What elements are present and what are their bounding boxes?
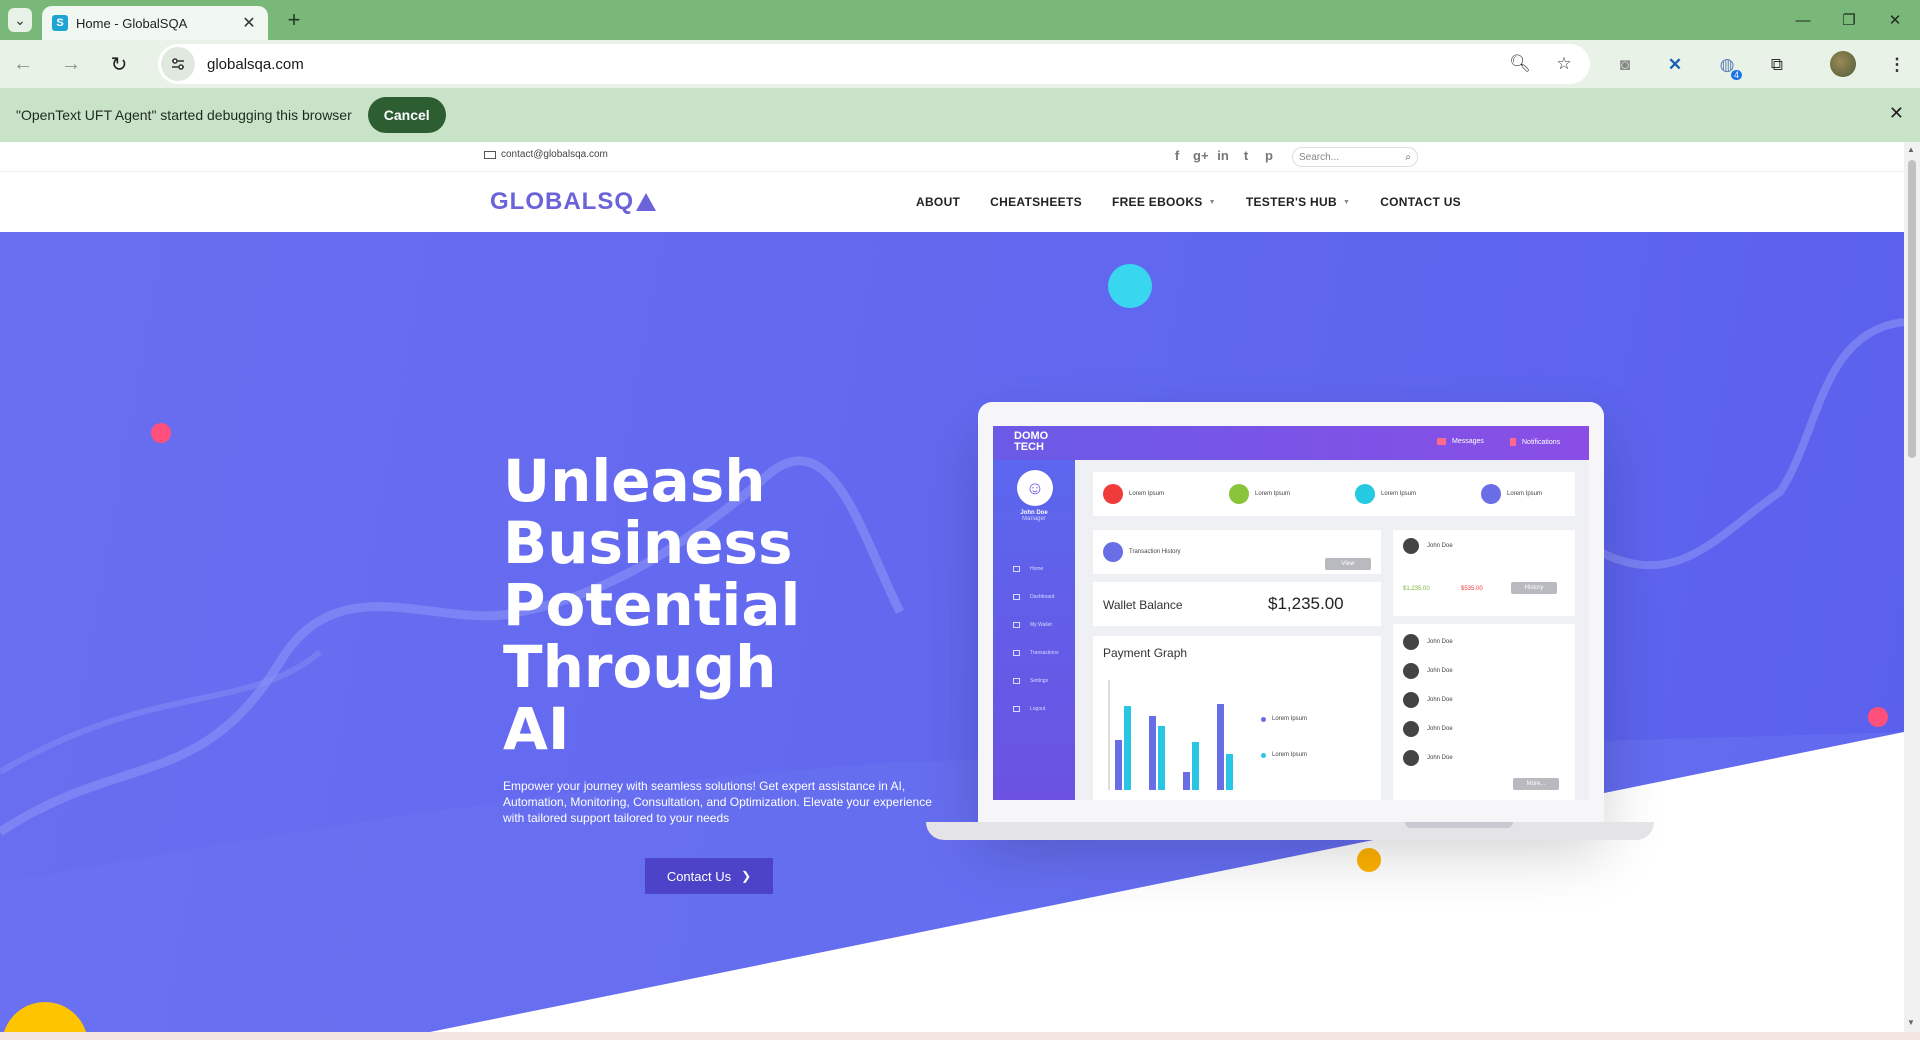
- site-header: GLOBALSQ ABOUT CHEATSHEETS FREE EBOOKS ▼ …: [0, 172, 1904, 232]
- x-extension-icon[interactable]: ✕: [1662, 52, 1688, 78]
- tab-bar: ⌄ S Home - GlobalSQA ✕ + — ❐ ✕: [0, 0, 1920, 40]
- dashboard-sidebar: ☺ John Doe Manager Home Dashboard My Wall…: [993, 460, 1075, 800]
- extension-badge: 4: [1730, 70, 1742, 80]
- view-button: View: [1325, 558, 1371, 570]
- tab-close-icon[interactable]: ✕: [240, 13, 258, 33]
- decor-dot-yellow: [1357, 848, 1381, 872]
- bottom-strip: [0, 1032, 1920, 1040]
- social-links: f g+ in t p: [1170, 148, 1276, 163]
- chevron-down-icon: ▼: [1342, 198, 1351, 206]
- people-list-card: John Doe John Doe John Doe John Doe John…: [1393, 624, 1575, 800]
- bell-icon: [1510, 438, 1516, 446]
- contact-email-link[interactable]: contact@globalsqa.com: [484, 149, 608, 160]
- camera-extension-icon[interactable]: ◙: [1612, 52, 1638, 78]
- site-search-input[interactable]: Search... ⌕: [1292, 147, 1418, 167]
- restore-button[interactable]: ❐: [1826, 0, 1872, 40]
- site-logo[interactable]: GLOBALSQ: [490, 188, 656, 216]
- back-button[interactable]: ←: [8, 49, 38, 79]
- minimize-button[interactable]: —: [1780, 0, 1826, 40]
- tab-title: Home - GlobalSQA: [76, 15, 188, 31]
- pinterest-icon[interactable]: p: [1262, 148, 1276, 163]
- dashboard-screen: DOMO TECH Messages Notifications ☺ John D…: [993, 426, 1589, 800]
- infobar-close-icon[interactable]: ✕: [1889, 103, 1904, 124]
- transaction-card: Transaction History View: [1093, 530, 1381, 574]
- tab-search-button[interactable]: ⌄: [8, 8, 32, 32]
- page-scrollbar[interactable]: ▲ ▼: [1904, 142, 1920, 1032]
- hero-decoration: [0, 318, 1904, 1032]
- scroll-up-icon[interactable]: ▲: [1907, 145, 1915, 154]
- chevron-down-icon: ▼: [1208, 198, 1216, 206]
- close-window-button[interactable]: ✕: [1872, 0, 1918, 40]
- extensions-puzzle-icon[interactable]: ⧉: [1764, 52, 1790, 78]
- hero-description: Empower your journey with seamless solut…: [503, 779, 932, 825]
- debug-infobar: "OpenText UFT Agent" started debugging t…: [0, 88, 1920, 142]
- bookmark-star-icon[interactable]: ☆: [1546, 46, 1582, 82]
- site-search-placeholder: Search...: [1299, 151, 1340, 163]
- more-button: More...: [1513, 778, 1559, 790]
- contact-us-button[interactable]: Contact Us ❯: [645, 858, 773, 894]
- active-tab[interactable]: S Home - GlobalSQA ✕: [42, 6, 268, 40]
- menu-item-free-ebooks[interactable]: FREE EBOOKS ▼: [1112, 195, 1216, 209]
- menu-item-about[interactable]: ABOUT: [916, 195, 960, 209]
- dashboard-logo: DOMO TECH: [1014, 430, 1049, 453]
- page-viewport: contact@globalsqa.com f g+ in t p Search…: [0, 142, 1904, 1032]
- url-text[interactable]: globalsqa.com: [207, 56, 1502, 73]
- reload-button[interactable]: ↻: [104, 49, 134, 79]
- payment-graph-card: Payment Graph Lorem Ipsum Lorem Ipsum: [1093, 636, 1381, 800]
- chevron-right-icon: ❯: [741, 869, 752, 883]
- dash-nav-logout: Logout: [1013, 706, 1045, 712]
- menu-item-cheatsheets[interactable]: CHEATSHEETS: [990, 195, 1082, 209]
- history-button: History: [1511, 582, 1557, 594]
- balance-history-card: John Doe $1,235.00 $535.00 History: [1393, 530, 1575, 616]
- menu-item-testers-hub[interactable]: TESTER'S HUB ▼: [1246, 195, 1350, 209]
- dash-nav-dashboard: Dashboard: [1013, 594, 1054, 600]
- logo-triangle-icon: [636, 193, 656, 211]
- infobar-message: "OpenText UFT Agent" started debugging t…: [16, 107, 352, 123]
- laptop-base: [926, 822, 1654, 840]
- agent-extension-icon[interactable]: ◍ 4: [1714, 52, 1742, 80]
- contact-email-text: contact@globalsqa.com: [501, 149, 608, 160]
- messages-item: Messages: [1437, 438, 1484, 445]
- forward-button[interactable]: →: [56, 49, 86, 79]
- new-tab-button[interactable]: +: [280, 6, 308, 34]
- dash-nav-home: Home: [1013, 566, 1043, 572]
- browser-toolbar: ← → ↻ globalsqa.com 🔍︎ ☆ ◙ ✕ ◍ 4 ⧉ ⋮: [0, 40, 1920, 88]
- envelope-icon: [1437, 438, 1446, 445]
- mail-icon: [484, 150, 496, 159]
- wallet-card: Wallet Balance $1,235.00: [1093, 582, 1381, 626]
- user-avatar-icon: ☺: [1017, 470, 1053, 506]
- zoom-icon[interactable]: 🔍︎: [1502, 46, 1538, 82]
- menu-item-contact-us[interactable]: CONTACT US: [1380, 195, 1461, 209]
- facebook-icon[interactable]: f: [1170, 148, 1184, 163]
- site-info-icon[interactable]: [161, 47, 195, 81]
- browser-menu-icon[interactable]: ⋮: [1884, 52, 1910, 78]
- twitter-icon[interactable]: t: [1239, 148, 1253, 163]
- hero-section: Unleash Business Potential Through AI Em…: [0, 232, 1904, 1032]
- site-favicon-icon: S: [52, 15, 68, 31]
- google-plus-icon[interactable]: g+: [1193, 148, 1209, 163]
- site-topbar: contact@globalsqa.com f g+ in t p Search…: [0, 142, 1904, 172]
- decor-dot-cyan: [1108, 264, 1152, 308]
- notifications-item: Notifications: [1510, 438, 1560, 446]
- infobar-cancel-button[interactable]: Cancel: [367, 97, 446, 133]
- lorem-stats-card: Lorem Ipsum Lorem Ipsum Lorem Ipsum Lore…: [1093, 472, 1575, 516]
- decor-dot-pink: [151, 423, 171, 443]
- profile-avatar[interactable]: [1830, 51, 1856, 77]
- dash-nav-settings: Settings: [1013, 678, 1048, 684]
- hero-title: Unleash Business Potential Through AI: [503, 447, 801, 763]
- logo-text: GLOBALSQ: [490, 188, 634, 215]
- linkedin-icon[interactable]: in: [1216, 148, 1230, 163]
- dashboard-header: DOMO TECH Messages Notifications: [993, 426, 1589, 460]
- main-menu: ABOUT CHEATSHEETS FREE EBOOKS ▼ TESTER'S …: [916, 172, 1491, 232]
- decor-dot-pink-right: [1868, 707, 1888, 727]
- laptop-mockup: DOMO TECH Messages Notifications ☺ John D…: [978, 402, 1604, 822]
- scroll-down-icon[interactable]: ▼: [1907, 1018, 1915, 1027]
- dashboard-user: John Doe Manager: [1020, 510, 1048, 522]
- search-icon[interactable]: ⌕: [1405, 152, 1411, 163]
- dash-nav-transactions: Transactions: [1013, 650, 1058, 656]
- laptop-notch: [1405, 822, 1513, 828]
- address-bar[interactable]: globalsqa.com 🔍︎ ☆: [158, 44, 1590, 84]
- scroll-thumb[interactable]: [1908, 160, 1916, 458]
- dash-nav-wallet: My Wallet: [1013, 622, 1052, 628]
